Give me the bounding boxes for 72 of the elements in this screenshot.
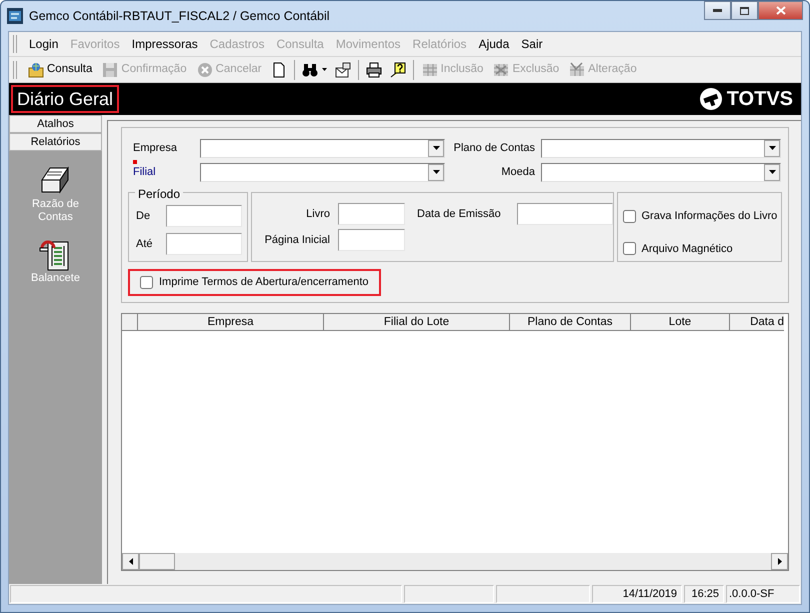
input-field[interactable] [338,229,405,251]
field-label: Plano de Contas [454,142,535,154]
table-icon [569,62,586,78]
input-field[interactable] [517,203,613,225]
table-icon [493,62,510,78]
close-button[interactable] [758,1,803,20]
input-field[interactable] [166,233,242,255]
caret-icon [432,146,440,150]
menu-item[interactable]: Impressoras [126,35,204,53]
binoculars-icon[interactable] [302,62,318,78]
dropdown-field[interactable] [541,162,781,182]
checkbox-label: Grava Informações do Livro [642,209,778,224]
sidebar-tab[interactable]: Relatórios [9,133,102,151]
field-label: Página Inicial [264,232,330,248]
field-label: De [136,208,152,224]
cancel-icon [196,62,213,78]
checkbox-label: Imprime Termos de Abertura/encerramento [159,275,368,290]
menu-item[interactable]: Sair [515,35,549,53]
checkbox[interactable] [140,276,153,289]
table-icon [422,62,438,78]
page-title: Diário Geral [11,85,120,113]
required-marker [133,160,137,164]
minimize-icon [713,9,722,12]
close-icon [776,6,786,15]
field-label: Moeda [501,166,535,178]
sidebar-tab[interactable]: Atalhos [9,115,102,133]
column-header[interactable]: Lote [631,314,730,330]
menu-item[interactable]: Ajuda [472,35,516,53]
document-icon[interactable] [270,62,287,78]
folder-icon [28,62,44,78]
logo-icon [698,87,723,111]
checkbox[interactable] [623,242,636,256]
caret-icon[interactable] [322,68,327,71]
field-label: Empresa [133,142,178,154]
column-header[interactable]: Empresa [138,314,324,330]
checkbox-label: Arquivo Magnético [642,242,733,256]
help-icon[interactable] [390,62,406,78]
toolbar-button[interactable]: Consulta [23,60,98,80]
field-label: Até [136,236,154,252]
dropdown-field[interactable] [541,138,781,158]
maximize-icon [740,6,749,14]
app-icon [7,8,23,24]
column-header[interactable]: Data d [730,314,784,330]
input-field[interactable] [338,203,405,225]
status-panel: 16:25 [684,585,724,603]
field-label: Data de Emissão [416,206,502,222]
caret-icon [768,170,776,174]
caret-icon [768,146,776,150]
caret-icon [432,170,440,174]
status-panel: 14/11/2019 [592,585,682,603]
menu-item[interactable]: Login [23,35,64,53]
right-arrow-icon [778,558,782,564]
scroll-right-button[interactable] [771,552,788,570]
minimize-button[interactable] [704,1,731,20]
logo-text: TOTVS [726,87,793,112]
scroll-left-button[interactable] [122,552,139,570]
column-header[interactable]: Plano de Contas [510,314,631,330]
dropdown-field[interactable] [200,162,445,182]
status-panel: .0.0.0-SF [726,585,800,603]
checkbox[interactable] [623,210,636,223]
column-header[interactable]: Filial do Lote [324,314,510,330]
envelope-icon[interactable] [334,62,351,78]
dropdown-field[interactable] [200,138,445,158]
input-field[interactable] [166,205,242,227]
save-icon [102,62,118,78]
printer-icon[interactable] [366,62,382,78]
field-label: Livro [305,206,330,222]
scroll-thumb[interactable] [139,552,175,570]
field-label: Filial [133,166,156,178]
maximize-button[interactable] [731,1,758,20]
left-arrow-icon [128,558,132,564]
window-title: Gemco Contábil-RBTAUT_FISCAL2 / Gemco Contábil [29,8,330,25]
